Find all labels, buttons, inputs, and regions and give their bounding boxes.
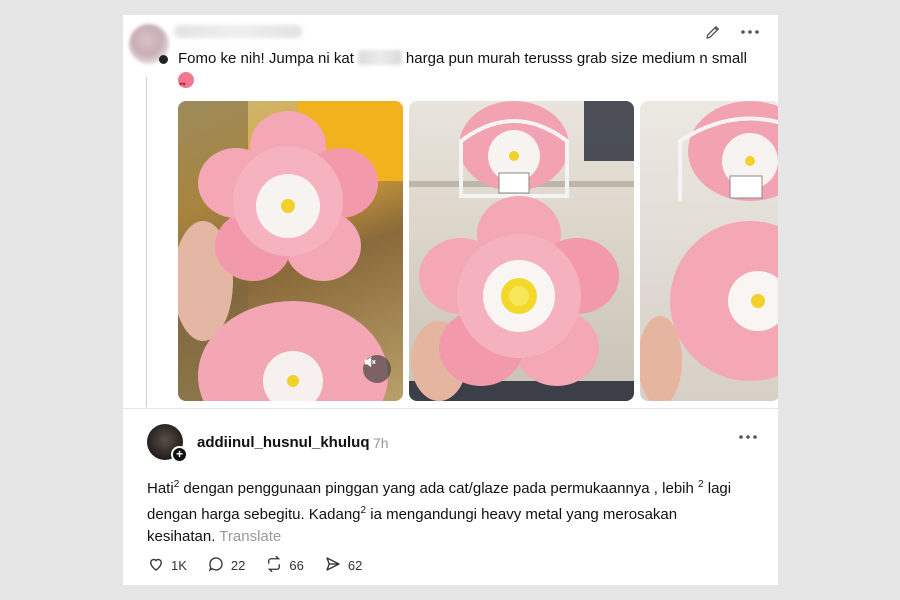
photo-flower-plate-partial[interactable] xyxy=(640,101,778,401)
follow-plus-icon[interactable]: + xyxy=(171,446,188,463)
like-button[interactable]: 1K xyxy=(147,555,187,576)
photo-flower-plates-held[interactable] xyxy=(178,101,403,401)
reply-username[interactable]: addiinul_husnul_khuluq xyxy=(197,434,370,451)
more-icon[interactable] xyxy=(738,434,758,440)
share-count: 62 xyxy=(347,558,363,573)
post-actions xyxy=(704,23,760,41)
repost-count: 66 xyxy=(289,558,304,573)
reply-timestamp: 7h xyxy=(373,435,389,451)
comment-count: 22 xyxy=(230,558,246,573)
post-text: Fomo ke nih! Jumpa ni kat harga pun murah… xyxy=(178,48,763,96)
post-text-part2: harga pun murah terusss grab size medium… xyxy=(405,50,747,67)
more-icon[interactable] xyxy=(740,29,760,35)
repost-button[interactable]: 66 xyxy=(265,555,304,576)
avatar-badge xyxy=(159,55,168,64)
mute-icon[interactable] xyxy=(363,355,391,383)
redacted-store-name xyxy=(357,50,402,65)
heart-icon xyxy=(147,555,165,576)
like-count: 1K xyxy=(171,558,187,573)
reply-text-a: Hati xyxy=(147,480,174,497)
translate-link[interactable]: Translate xyxy=(219,528,281,545)
share-icon xyxy=(324,555,342,576)
blurred-username xyxy=(174,25,302,38)
divider xyxy=(123,408,778,409)
comment-icon xyxy=(207,555,225,576)
post-text-part1: Fomo ke nih! Jumpa ni kat xyxy=(178,50,354,67)
thread-line xyxy=(146,77,147,407)
share-button[interactable]: 62 xyxy=(324,555,362,576)
photo-flower-plate-on-shelf[interactable] xyxy=(409,101,634,401)
repost-icon xyxy=(265,555,283,576)
post-card: Fomo ke nih! Jumpa ni kat harga pun murah… xyxy=(123,15,778,585)
media-carousel[interactable] xyxy=(178,101,778,401)
smiling-face-with-heart-eyes-icon xyxy=(178,72,194,96)
reply-text-b: dengan penggunaan pinggan yang ada cat/g… xyxy=(179,480,699,497)
reply-text: Hati2 dengan penggunaan pinggan yang ada… xyxy=(147,474,747,548)
edit-icon[interactable] xyxy=(704,23,722,41)
comment-button[interactable]: 22 xyxy=(207,555,245,576)
reply-actions: 1K 22 66 62 xyxy=(147,555,362,576)
